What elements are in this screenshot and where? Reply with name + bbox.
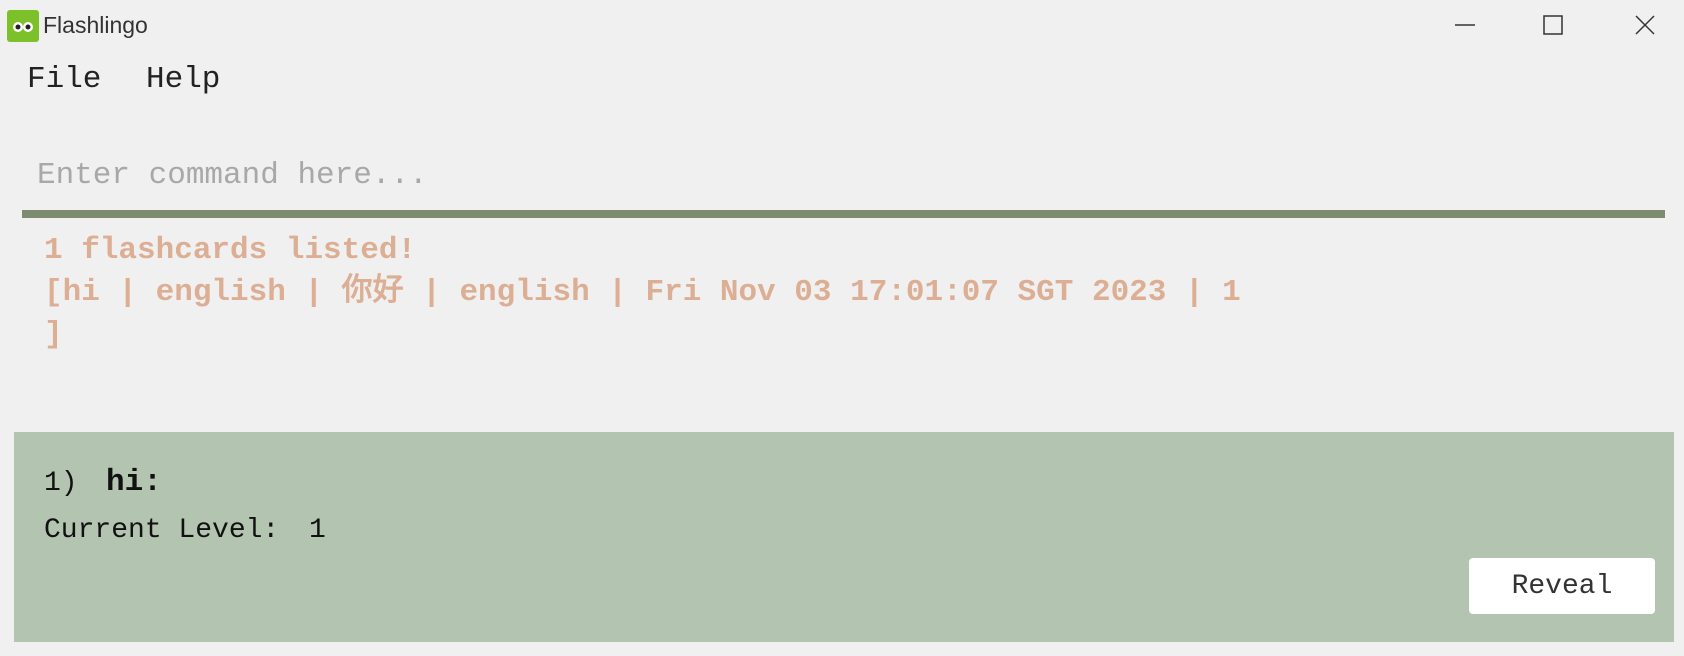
menu-bar: File Help [0,50,1684,110]
menu-help[interactable]: Help [146,62,220,97]
result-line: [hi | english | 你好 | english | Fri Nov 0… [44,275,1241,310]
close-icon [1635,15,1655,35]
window-title: Flashlingo [43,12,148,38]
title-bar: Flashlingo [0,0,1684,50]
command-input-underline [22,210,1665,218]
command-input[interactable] [22,145,1662,205]
flashcard-level-value: 1 [309,515,326,546]
minimize-button[interactable] [1420,0,1510,50]
flashcard-index: 1) [44,468,78,499]
menu-file[interactable]: File [27,62,101,97]
flashcard-word: hi: [106,465,162,500]
result-display: 1 flashcards listed! [hi | english | 你好 |… [44,230,1644,356]
maximize-button[interactable] [1508,0,1598,50]
owl-logo-icon [7,10,39,42]
flashcard-level-label: Current Level: [44,515,280,546]
maximize-icon [1543,15,1563,35]
result-line: 1 flashcards listed! [44,233,417,268]
flashcard-card: 1) hi: Current Level: 1 Reveal [14,432,1674,642]
result-line: ] [44,317,63,352]
close-button[interactable] [1600,0,1684,50]
minimize-icon [1455,24,1475,26]
reveal-button[interactable]: Reveal [1469,558,1655,614]
